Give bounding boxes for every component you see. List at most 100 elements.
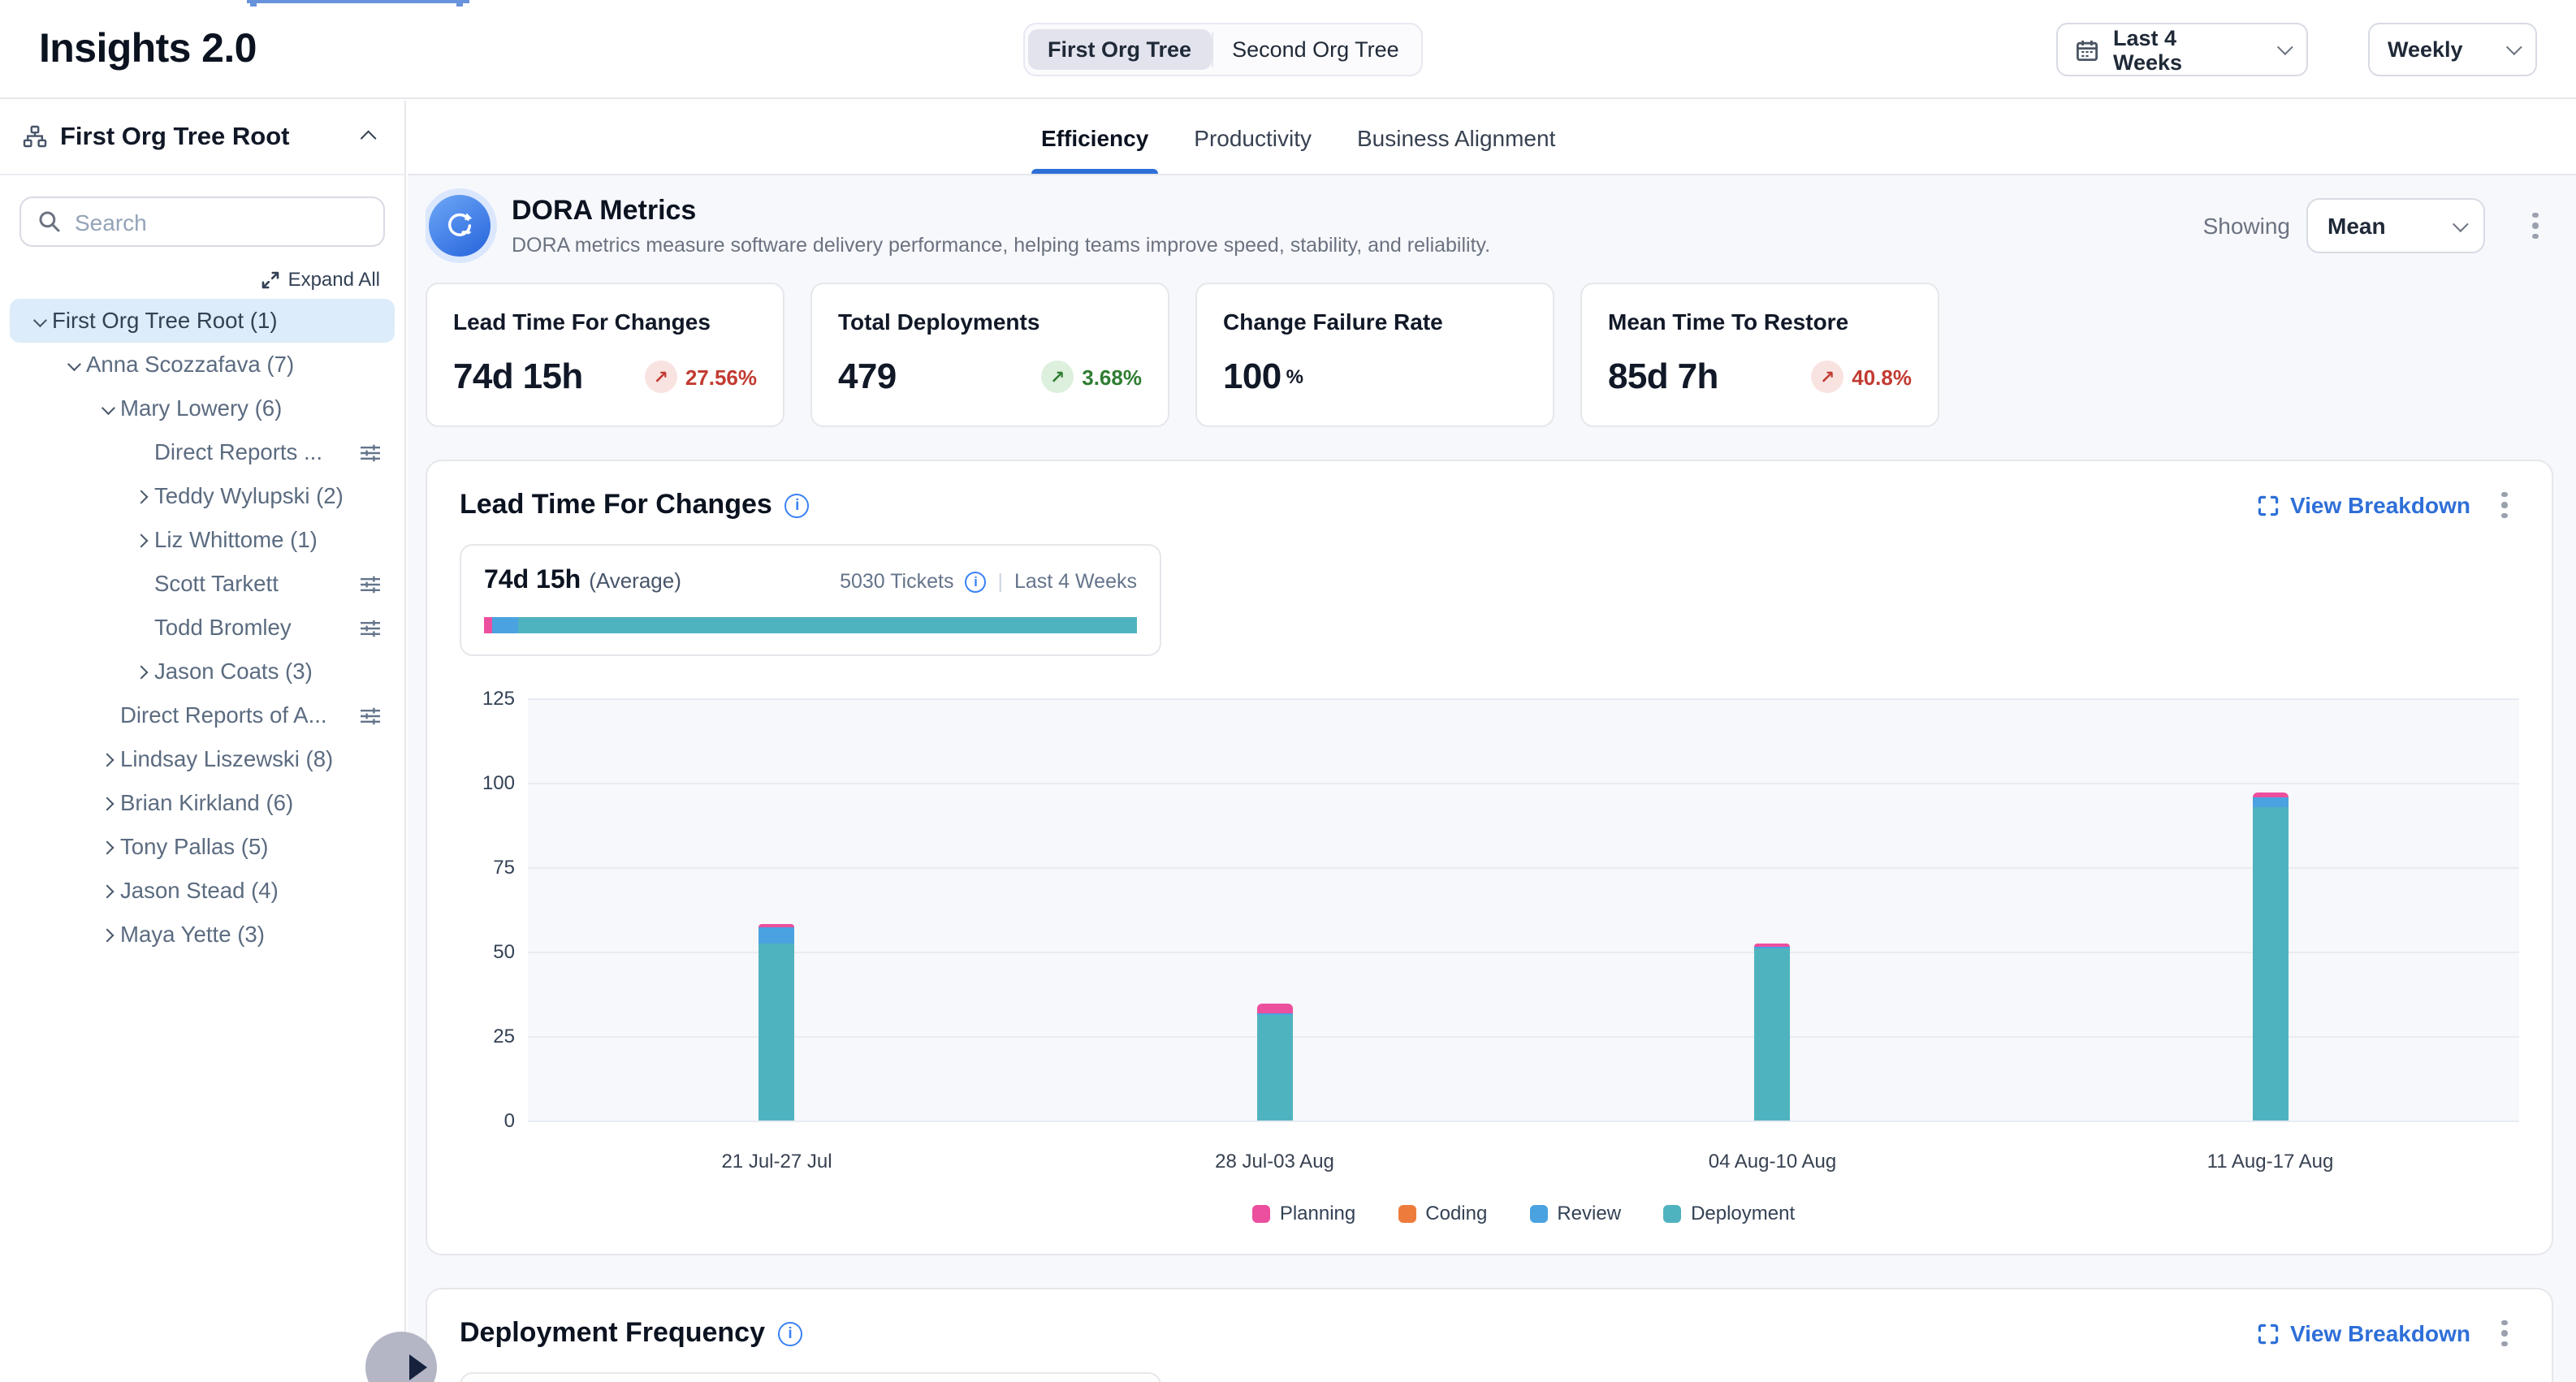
lead-time-menu-button[interactable]	[2490, 491, 2519, 519]
date-range-select[interactable]: Last 4 Weeks	[2056, 23, 2308, 76]
org-tree-toggle: First Org Tree Second Org Tree	[1023, 23, 1424, 76]
legend-swatch	[1252, 1204, 1270, 1222]
tree-chevron-icon[interactable]	[26, 316, 52, 326]
tree-item[interactable]: Direct Reports of A...	[10, 693, 395, 737]
metric-value: 100	[1223, 356, 1282, 398]
tab-business-alignment[interactable]: Business Alignment	[1357, 101, 1555, 174]
legend-label: Review	[1557, 1202, 1621, 1224]
legend-item[interactable]: Planning	[1252, 1202, 1355, 1224]
stacked-bar[interactable]	[1755, 944, 1791, 1121]
filter-sliders-icon[interactable]	[359, 572, 382, 595]
tree-chevron-icon[interactable]	[94, 930, 120, 939]
chart-x-axis: 21 Jul-27 Jul28 Jul-03 Aug04 Aug-10 Aug1…	[528, 1130, 2519, 1179]
tree-chevron-icon[interactable]	[60, 360, 86, 369]
top-header: Insights 2.0 First Org Tree Second Org T…	[0, 0, 2576, 99]
search-input[interactable]	[75, 209, 367, 235]
stacked-bar[interactable]	[2253, 793, 2289, 1121]
collapse-chevron-icon[interactable]	[361, 131, 377, 147]
tree-item-label: Tony Pallas (5)	[120, 835, 382, 859]
metric-cards-row: Lead Time For Changes 74d 15h ↗ 27.56% T…	[426, 283, 2553, 427]
legend-item[interactable]: Review	[1529, 1202, 1621, 1224]
y-tick-label: 0	[504, 1109, 515, 1132]
view-breakdown-button[interactable]: View Breakdown	[2258, 1320, 2470, 1346]
tree-item[interactable]: Direct Reports ...	[10, 430, 395, 474]
legend-item[interactable]: Deployment	[1663, 1202, 1795, 1224]
gridline	[528, 952, 2519, 953]
filter-sliders-icon[interactable]	[359, 704, 382, 727]
bar-segment-review	[759, 928, 795, 944]
y-tick-label: 75	[493, 856, 515, 879]
tree-chevron-icon[interactable]	[94, 798, 120, 808]
tree-chevron-icon[interactable]	[94, 404, 120, 413]
tree-chevron-icon[interactable]	[94, 754, 120, 764]
x-tick-label: 04 Aug-10 Aug	[1709, 1150, 1837, 1173]
org-tree-toggle-second[interactable]: Second Org Tree	[1212, 29, 1419, 70]
tree-item[interactable]: Lindsay Liszewski (8)	[10, 737, 395, 781]
metric-value: 479	[838, 356, 897, 398]
tree-item[interactable]: Liz Whittome (1)	[10, 518, 395, 562]
tree-item[interactable]: Mary Lowery (6)	[10, 387, 395, 430]
tree-item-label: Anna Scozzafava (7)	[86, 352, 382, 377]
info-icon[interactable]: i	[965, 571, 986, 592]
period-label: Last 4 Weeks	[1014, 570, 1137, 593]
tab-bar: Efficiency Productivity Business Alignme…	[408, 101, 2576, 175]
tree-item-label: Direct Reports ...	[154, 440, 349, 464]
play-right-icon	[409, 1354, 427, 1380]
legend-label: Planning	[1280, 1202, 1355, 1224]
tab-efficiency[interactable]: Efficiency	[1041, 101, 1148, 174]
metric-suffix: %	[1286, 365, 1303, 388]
info-icon[interactable]: i	[785, 493, 810, 517]
y-tick-label: 125	[482, 687, 515, 710]
sidebar-header[interactable]: First Org Tree Root	[0, 101, 404, 175]
main-area: Efficiency Productivity Business Alignme…	[408, 101, 2576, 1382]
tree-item[interactable]: Teddy Wylupski (2)	[10, 474, 395, 518]
meta-separator: |	[997, 570, 1003, 593]
view-breakdown-button[interactable]: View Breakdown	[2258, 492, 2470, 518]
filter-sliders-icon[interactable]	[359, 616, 382, 639]
tree-chevron-icon[interactable]	[128, 667, 154, 676]
tree-item[interactable]: Anna Scozzafava (7)	[10, 343, 395, 387]
info-icon[interactable]: i	[778, 1321, 802, 1345]
dora-menu-button[interactable]	[2521, 212, 2550, 240]
sidebar-search[interactable]	[19, 197, 385, 247]
metric-delta: 3.68%	[1082, 365, 1142, 389]
legend-swatch	[1529, 1204, 1547, 1222]
tree-chevron-icon[interactable]	[128, 491, 154, 501]
expand-all-icon	[262, 270, 280, 288]
granularity-value: Weekly	[2388, 37, 2463, 62]
granularity-select[interactable]: Weekly	[2368, 23, 2537, 76]
org-tree-toggle-first[interactable]: First Org Tree	[1028, 29, 1211, 70]
tree-chevron-icon[interactable]	[94, 886, 120, 896]
deployment-frequency-menu-button[interactable]	[2490, 1319, 2519, 1347]
search-icon	[37, 209, 62, 234]
tree-item[interactable]: Tony Pallas (5)	[10, 825, 395, 869]
screen: Insights 2.0 First Org Tree Second Org T…	[0, 0, 2576, 1382]
tab-productivity[interactable]: Productivity	[1194, 101, 1312, 174]
gridline	[528, 783, 2519, 784]
stacked-bar[interactable]	[759, 925, 795, 1121]
tree-item[interactable]: First Org Tree Root (1)	[10, 299, 395, 343]
tree-item[interactable]: Jason Stead (4)	[10, 869, 395, 913]
tree-item[interactable]: Brian Kirkland (6)	[10, 781, 395, 825]
showing-select[interactable]: Mean	[2306, 198, 2485, 253]
gridline	[528, 698, 2519, 700]
filter-sliders-icon[interactable]	[359, 441, 382, 464]
chart-legend: Planning Coding Review Deployment	[528, 1202, 2519, 1224]
x-tick-label: 28 Jul-03 Aug	[1215, 1150, 1334, 1173]
stacked-bar[interactable]	[1257, 1004, 1293, 1121]
tree-chevron-icon[interactable]	[94, 842, 120, 852]
tree-item[interactable]: Scott Tarkett	[10, 562, 395, 606]
x-tick-label: 21 Jul-27 Jul	[721, 1150, 832, 1173]
expand-all-label: Expand All	[288, 268, 380, 291]
bar-segment-deployment	[2253, 806, 2289, 1121]
tree-item[interactable]: Todd Bromley	[10, 606, 395, 650]
tree-item[interactable]: Jason Coats (3)	[10, 650, 395, 693]
expand-all-button[interactable]: Expand All	[262, 268, 380, 291]
legend-item[interactable]: Coding	[1398, 1202, 1487, 1224]
tree-item[interactable]: Maya Yette (3)	[10, 913, 395, 957]
metric-title: Mean Time To Restore	[1608, 309, 1912, 335]
phase-distribution-bar	[484, 617, 1137, 633]
tree-chevron-icon[interactable]	[128, 535, 154, 545]
metric-value: 74d 15h	[453, 356, 583, 398]
lead-time-chart: 0255075100125 21 Jul-27 Jul28 Jul-03 Aug…	[460, 698, 2519, 1224]
